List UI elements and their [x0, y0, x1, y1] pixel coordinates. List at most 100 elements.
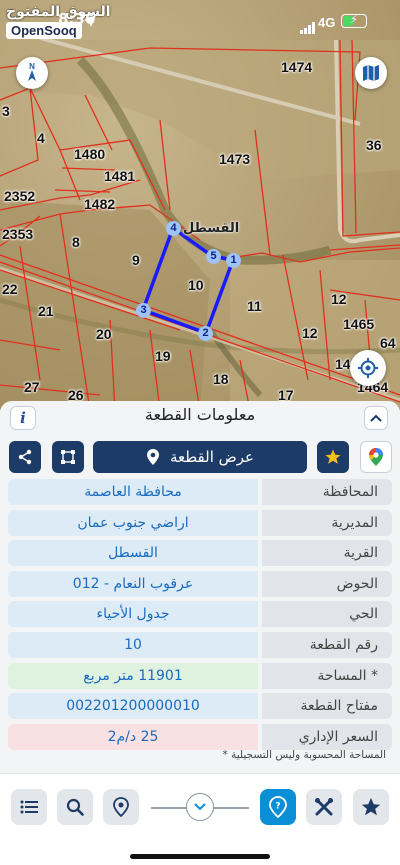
detail-label: المساحة *: [262, 662, 392, 689]
detail-label: القرية: [262, 540, 392, 567]
detail-label: الحوض: [262, 570, 392, 597]
parcel-number: 8: [72, 234, 80, 250]
detail-row: 10 رقم القطعة: [8, 631, 392, 658]
parcel-number: 64: [380, 335, 396, 351]
chevron-down-icon: [194, 803, 206, 811]
parcel-details: محافظة العاصمة المحافظة اراضي جنوب عمان …: [8, 479, 392, 754]
detail-label: الحي: [262, 601, 392, 628]
network-type: 4G: [318, 15, 336, 30]
parcel-toolbar: عرض القطعة: [0, 441, 400, 473]
home-indicator: [130, 854, 270, 859]
tools-icon: [315, 798, 333, 816]
detail-value: اراضي جنوب عمان: [8, 509, 258, 536]
vertex-marker[interactable]: 1: [226, 253, 241, 268]
tools-button[interactable]: [306, 789, 342, 825]
detail-row: محافظة العاصمة المحافظة: [8, 479, 392, 505]
parcel-number: 12: [302, 325, 318, 341]
svg-text:?: ?: [275, 802, 280, 812]
map-type-button[interactable]: [355, 57, 387, 89]
detail-label: المحافظة: [262, 479, 392, 505]
signal-icon: [300, 15, 316, 34]
parcel-number: 14: [335, 356, 351, 372]
parcel-number: 3: [2, 103, 10, 119]
village-label: القسطل: [183, 221, 240, 236]
battery-icon: ⚡: [341, 13, 367, 28]
parcel-number: 10: [188, 277, 204, 293]
parcel-number: 1481: [104, 168, 136, 184]
parcel-number: 27: [24, 379, 40, 395]
location-pin-icon: [146, 449, 159, 465]
vertex-marker[interactable]: 2: [198, 326, 213, 341]
vertex-marker[interactable]: 4: [166, 221, 181, 236]
chevron-up-icon: [370, 414, 382, 422]
detail-value: محافظة العاصمة: [8, 479, 258, 505]
help-icon: ?: [269, 796, 287, 818]
map-view[interactable]: 1474 3 4 1473 36 1480 1481 2352 1482 235…: [0, 0, 400, 410]
search-button[interactable]: [57, 789, 93, 825]
status-bar: السوق المفتوح OpenSooq 8:36 4G ⚡: [0, 0, 400, 44]
detail-row: 002201200000010 مفتاح القطعة: [8, 693, 392, 720]
parcel-info-sheet: i معلومات القطعة عرض القطعة محافظة العاص…: [0, 401, 400, 865]
parcel-number: 1465: [343, 316, 375, 332]
parcel-number: 11: [247, 298, 262, 314]
detail-row: 11901 متر مربع المساحة *: [8, 662, 392, 689]
satellite-map: [0, 0, 400, 410]
detail-label: المديرية: [262, 509, 392, 536]
parcel-number: 36: [366, 137, 382, 153]
area-footnote: * المساحة المحسوبة وليس التسجيلية: [222, 749, 386, 761]
crosshair-icon: [358, 358, 378, 378]
parcel-number: 1473: [219, 151, 251, 167]
parcel-number: 2352: [4, 188, 36, 204]
panel-toggle-knob[interactable]: [186, 793, 214, 821]
location-search-button[interactable]: [103, 789, 139, 825]
vertex-marker[interactable]: 3: [136, 303, 151, 318]
share-button[interactable]: [9, 441, 41, 473]
open-google-maps-button[interactable]: [360, 441, 392, 473]
parcel-number: 18: [213, 371, 229, 387]
parcel-number: 19: [155, 348, 171, 364]
detail-row: القسطل القرية: [8, 540, 392, 567]
parcel-number: 1474: [281, 59, 313, 75]
my-location-button[interactable]: [350, 350, 386, 386]
sheet-title: معلومات القطعة: [144, 405, 256, 424]
show-parcel-label: عرض القطعة: [169, 448, 255, 466]
show-parcel-button[interactable]: عرض القطعة: [93, 441, 307, 473]
favorites-button[interactable]: [353, 789, 389, 825]
detail-label: السعر الإداري: [262, 723, 392, 750]
detail-row: جدول الأحياء الحي: [8, 601, 392, 628]
sheet-header: i معلومات القطعة: [0, 401, 400, 431]
search-icon: [66, 798, 84, 816]
help-button[interactable]: ?: [260, 789, 296, 825]
compass-label: N: [29, 62, 35, 71]
bottom-navigation: ?: [0, 773, 400, 865]
parcel-number: 12: [331, 291, 347, 307]
google-maps-icon: [369, 448, 383, 466]
detail-label: مفتاح القطعة: [262, 693, 392, 720]
collapse-button[interactable]: [364, 406, 388, 430]
detail-value: عرقوب النعام - 012: [8, 570, 258, 597]
parcel-number: 2353: [2, 226, 34, 242]
parcel-number: 1482: [84, 196, 116, 212]
location-pin-icon: [113, 797, 129, 817]
bounding-box-icon: [61, 450, 75, 464]
list-icon: [20, 800, 38, 814]
bounding-box-button[interactable]: [52, 441, 84, 473]
favorite-button[interactable]: [317, 441, 349, 473]
list-button[interactable]: [11, 789, 47, 825]
parcel-number: 9: [132, 252, 140, 268]
detail-label: رقم القطعة: [262, 631, 392, 658]
detail-row: اراضي جنوب عمان المديرية: [8, 509, 392, 536]
area-value: 11901 متر مربع: [8, 662, 258, 689]
parcel-number: 21: [38, 303, 54, 319]
location-arrow-icon: [84, 15, 96, 27]
compass-icon: N: [28, 62, 36, 81]
map-icon: [363, 65, 379, 81]
compass-button[interactable]: N: [16, 57, 48, 89]
detail-row: عرقوب النعام - 012 الحوض: [8, 570, 392, 597]
detail-value[interactable]: 002201200000010: [8, 693, 258, 720]
vertex-marker[interactable]: 5: [206, 249, 221, 264]
price-value: 25 د/م2: [8, 723, 258, 750]
parcel-number: 22: [2, 281, 18, 297]
star-icon: [325, 449, 341, 464]
parcel-number: 4: [37, 130, 45, 146]
